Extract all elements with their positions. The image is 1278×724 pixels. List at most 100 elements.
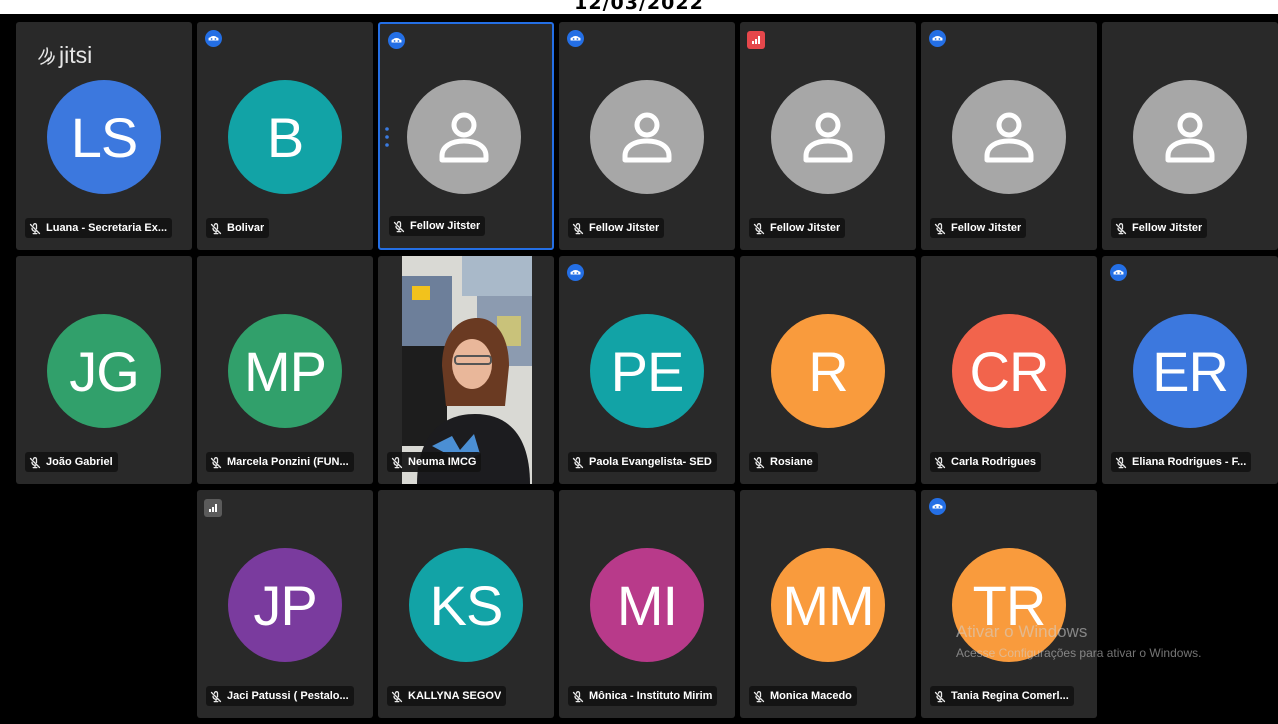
mic-muted-icon <box>210 456 222 469</box>
avatar-initials: MP <box>228 314 342 428</box>
participant-name: Eliana Rodrigues - F... <box>1132 456 1247 468</box>
moderator-icon[interactable] <box>567 30 584 47</box>
participant-name-tag: Fellow Jitster <box>568 218 665 238</box>
default-avatar-icon <box>771 80 885 194</box>
mic-muted-icon <box>753 690 765 703</box>
date-text: 12/03/2022 <box>574 0 704 14</box>
moderator-icon[interactable] <box>929 498 946 515</box>
participant-name: Paola Evangelista- SED <box>589 456 712 468</box>
moderator-icon[interactable] <box>1110 264 1127 281</box>
avatar-initials: MI <box>590 548 704 662</box>
participant-name: Bolivar <box>227 222 265 234</box>
participant-tile[interactable]: Neuma IMCG <box>378 256 554 484</box>
jitsi-hand-icon <box>36 44 59 68</box>
participant-name: Marcela Ponzini (FUN... <box>227 456 349 468</box>
participant-tile[interactable]: Fellow Jitster <box>559 22 735 250</box>
default-avatar-icon <box>952 80 1066 194</box>
participant-tile[interactable]: Fellow Jitster <box>740 22 916 250</box>
mic-muted-icon <box>29 456 41 469</box>
moderator-icon[interactable] <box>929 30 946 47</box>
watermark-title: Ativar o Windows <box>956 622 1088 641</box>
mic-muted-icon <box>1115 222 1127 235</box>
mic-muted-icon <box>210 222 222 235</box>
default-avatar-icon <box>590 80 704 194</box>
connection-signal-icon[interactable] <box>747 31 765 49</box>
participant-name: Monica Macedo <box>770 690 852 702</box>
participant-name: KALLYNA SEGOV <box>408 690 502 702</box>
avatar-initials: JP <box>228 548 342 662</box>
participant-tile[interactable]: jitsi LS Luana - Secretaria Ex... <box>16 22 192 250</box>
participant-name-tag: Paola Evangelista- SED <box>568 452 717 472</box>
participant-name: João Gabriel <box>46 456 113 468</box>
participant-tile[interactable]: TR Tania Regina Comerl... <box>921 490 1097 718</box>
participant-name: Mônica - Instituto Mirim <box>589 690 713 702</box>
avatar-initials: PE <box>590 314 704 428</box>
jitsi-logo-text: jitsi <box>59 42 93 68</box>
date-banner: 12/03/2022 <box>0 0 1278 14</box>
participant-name: Tania Regina Comerl... <box>951 690 1069 702</box>
avatar-initials: LS <box>47 80 161 194</box>
participant-name: Fellow Jitster <box>1132 222 1203 234</box>
participant-tile[interactable]: MM Monica Macedo <box>740 490 916 718</box>
participant-name-tag: Fellow Jitster <box>749 218 846 238</box>
moderator-icon[interactable] <box>205 30 222 47</box>
participant-name: Luana - Secretaria Ex... <box>46 222 168 234</box>
jitsi-logo: jitsi <box>36 42 92 69</box>
mic-muted-icon <box>393 220 405 233</box>
avatar-initials: KS <box>409 548 523 662</box>
avatar-initials: R <box>771 314 885 428</box>
windows-activation-watermark: Ativar o Windows Acesse Configurações pa… <box>956 622 1201 660</box>
mic-muted-icon <box>391 456 403 469</box>
avatar-initials: MM <box>771 548 885 662</box>
participant-tile[interactable]: B Bolivar <box>197 22 373 250</box>
participant-name-tag: Bolivar <box>206 218 270 238</box>
participant-tile[interactable]: JG João Gabriel <box>16 256 192 484</box>
avatar-initials: CR <box>952 314 1066 428</box>
participant-name: Fellow Jitster <box>770 222 841 234</box>
participant-name: Rosiane <box>770 456 813 468</box>
participant-tile[interactable]: MI Mônica - Instituto Mirim <box>559 490 735 718</box>
mic-muted-icon <box>391 690 403 703</box>
participant-name-tag: Marcela Ponzini (FUN... <box>206 452 354 472</box>
participant-name-tag: Monica Macedo <box>749 686 857 706</box>
mic-muted-icon <box>753 222 765 235</box>
participant-tile[interactable]: PE Paola Evangelista- SED <box>559 256 735 484</box>
participant-tile[interactable]: ER Eliana Rodrigues - F... <box>1102 256 1278 484</box>
mic-muted-icon <box>572 690 584 703</box>
mic-muted-icon <box>934 222 946 235</box>
avatar-initials: ER <box>1133 314 1247 428</box>
participant-video <box>402 256 532 484</box>
participant-name-tag: KALLYNA SEGOV <box>387 686 507 706</box>
participant-tile[interactable]: JP Jaci Patussi ( Pestalo... <box>197 490 373 718</box>
connection-signal-icon[interactable] <box>204 499 222 517</box>
participant-name-tag: Neuma IMCG <box>387 452 482 472</box>
participant-tile[interactable]: Fellow Jitster <box>921 22 1097 250</box>
default-avatar-icon <box>1133 80 1247 194</box>
participant-tile[interactable]: R Rosiane <box>740 256 916 484</box>
participant-name-tag: Rosiane <box>749 452 818 472</box>
participant-name-tag: Fellow Jitster <box>389 216 486 236</box>
moderator-icon[interactable] <box>567 264 584 281</box>
avatar-initials: JG <box>47 314 161 428</box>
more-options-icon[interactable] <box>385 126 389 152</box>
participant-tile[interactable]: Fellow Jitster <box>1102 22 1278 250</box>
mic-muted-icon <box>753 456 765 469</box>
participant-tile[interactable]: KS KALLYNA SEGOV <box>378 490 554 718</box>
mic-muted-icon <box>572 222 584 235</box>
participant-tile[interactable]: CR Carla Rodrigues <box>921 256 1097 484</box>
participant-tile[interactable]: MP Marcela Ponzini (FUN... <box>197 256 373 484</box>
participant-name-tag: Jaci Patussi ( Pestalo... <box>206 686 354 706</box>
participant-name-tag: Luana - Secretaria Ex... <box>25 218 173 238</box>
participant-name-tag: Tania Regina Comerl... <box>930 686 1074 706</box>
participant-name: Carla Rodrigues <box>951 456 1036 468</box>
participant-name-tag: Fellow Jitster <box>930 218 1027 238</box>
participant-name: Neuma IMCG <box>408 456 477 468</box>
watermark-subtitle: Acesse Configurações para ativar o Windo… <box>956 646 1202 660</box>
participant-tile[interactable]: Fellow Jitster <box>378 22 554 250</box>
avatar-initials: B <box>228 80 342 194</box>
default-avatar-icon <box>407 80 521 194</box>
participant-name: Fellow Jitster <box>410 220 481 232</box>
mic-muted-icon <box>934 456 946 469</box>
participant-name: Jaci Patussi ( Pestalo... <box>227 690 349 702</box>
moderator-icon[interactable] <box>388 32 405 49</box>
